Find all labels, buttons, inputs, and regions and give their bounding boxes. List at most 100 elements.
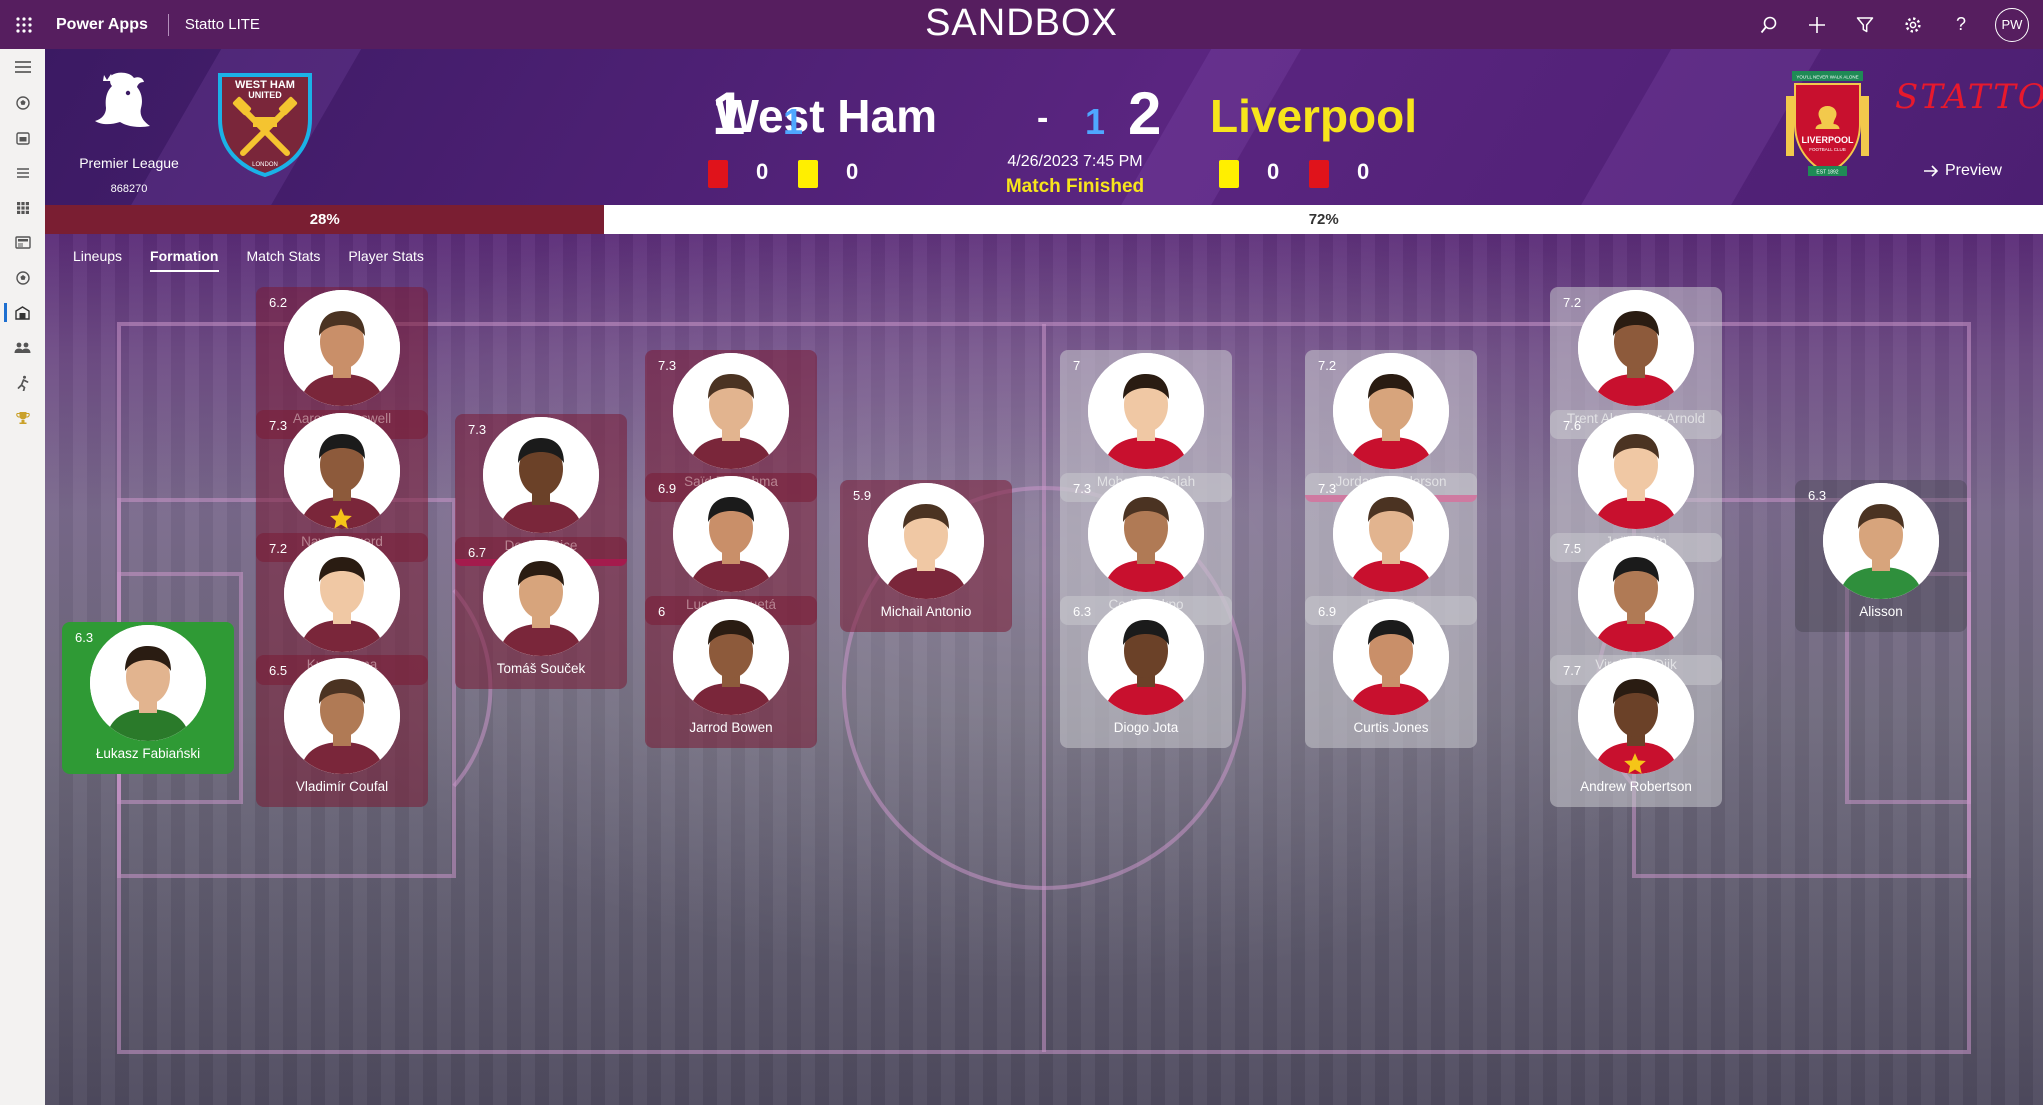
- player-card[interactable]: 6.3 Diogo Jota: [1060, 596, 1232, 748]
- star-icon: [328, 506, 354, 532]
- tab-match-stats[interactable]: Match Stats: [247, 244, 321, 274]
- league-name: Premier League: [79, 155, 179, 171]
- player-card[interactable]: 6.9 Curtis Jones: [1305, 596, 1477, 748]
- top-bar: Power Apps Statto LITE SANDBOX ? PW: [0, 0, 2043, 49]
- player-rating: 7.5: [1563, 541, 1582, 556]
- hamburger-icon[interactable]: [0, 49, 45, 85]
- people-icon[interactable]: [0, 330, 45, 365]
- player-photo: [1578, 536, 1694, 652]
- view-tabs: Lineups Formation Match Stats Player Sta…: [73, 244, 424, 274]
- crest-text: UNITED: [248, 90, 282, 100]
- away-halftime-score: 1: [1085, 101, 1106, 142]
- possession-bar: 28% 72%: [45, 205, 2043, 234]
- player-photo: [1333, 599, 1449, 715]
- user-avatar[interactable]: PW: [1995, 7, 2029, 42]
- stadium-icon[interactable]: [0, 295, 45, 330]
- home-score: 1: [712, 80, 746, 147]
- player-photo: [90, 625, 206, 741]
- player-card[interactable]: 6.3 Alisson: [1795, 480, 1967, 632]
- player-name: Tomáš Souček: [496, 661, 586, 676]
- player-card[interactable]: 5.9 Michail Antonio: [840, 480, 1012, 632]
- liverpool-crest[interactable]: YOU'LL NEVER WALK ALONE LIVERPOOL FOOTBA…: [1780, 66, 1875, 184]
- player-rating: 7.2: [1318, 358, 1337, 373]
- tab-formation[interactable]: Formation: [150, 244, 219, 274]
- yellow-card-icon: [798, 160, 818, 188]
- score-separator: -: [1037, 99, 1049, 137]
- home-possession: 28%: [45, 205, 605, 234]
- player-rating: 7.2: [269, 541, 288, 556]
- crest-text: YOU'LL NEVER WALK ALONE: [1796, 75, 1858, 80]
- list-icon[interactable]: [0, 155, 45, 190]
- tab-lineups[interactable]: Lineups: [73, 244, 122, 274]
- player-name: Curtis Jones: [1353, 720, 1429, 735]
- filter-icon[interactable]: [1851, 11, 1879, 39]
- player-photo: [1333, 476, 1449, 592]
- player-photo: [284, 658, 400, 774]
- away-red-cards: 0: [1357, 159, 1370, 184]
- player-rating: 6.9: [658, 481, 677, 496]
- formation-view: Lineups Formation Match Stats Player Sta…: [45, 234, 2043, 1105]
- player-card[interactable]: 6.3 Łukasz Fabiański: [62, 622, 234, 774]
- app-name[interactable]: Power Apps: [56, 16, 148, 34]
- player-card[interactable]: 6 Jarrod Bowen: [645, 596, 817, 748]
- ball-icon[interactable]: [0, 85, 45, 120]
- player-name: Michail Antonio: [880, 604, 972, 619]
- away-team-name[interactable]: Liverpool: [1210, 89, 1417, 143]
- search-icon[interactable]: [1755, 11, 1783, 39]
- player-rating: 6.3: [1073, 604, 1092, 619]
- runner-icon[interactable]: [0, 365, 45, 400]
- player-photo: [284, 536, 400, 652]
- plus-icon[interactable]: [1803, 11, 1831, 39]
- app-subtitle: Statto LITE: [184, 16, 260, 33]
- trophy-icon[interactable]: [0, 400, 45, 435]
- player-card[interactable]: 6.7 Tomáš Souček: [455, 537, 627, 689]
- match-status: Match Finished: [1005, 176, 1145, 197]
- tab-player-stats[interactable]: Player Stats: [348, 244, 423, 274]
- player-photo: [1333, 353, 1449, 469]
- west-ham-crest[interactable]: WEST HAM UNITED LONDON: [215, 69, 315, 179]
- player-photo: [284, 290, 400, 406]
- match-id: 868270: [110, 183, 148, 195]
- settings-icon[interactable]: [1899, 11, 1927, 39]
- player-rating: 7.3: [269, 418, 288, 433]
- player-card[interactable]: 7.7 Andrew Robertson: [1550, 655, 1722, 807]
- player-rating: 7.2: [1563, 295, 1582, 310]
- ball-icon[interactable]: [0, 260, 45, 295]
- crest-text: LIVERPOOL: [1801, 135, 1854, 145]
- star-icon: [1622, 751, 1648, 777]
- home-red-cards: 0: [756, 159, 769, 184]
- player-rating: 6.3: [1808, 488, 1827, 503]
- match-header: Premier League 868270 WEST HAM UNITED LO…: [45, 49, 2043, 205]
- player-rating: 7.3: [468, 422, 487, 437]
- player-photo: [1088, 476, 1204, 592]
- calendar-icon[interactable]: [0, 120, 45, 155]
- yellow-card-icon: [1219, 160, 1239, 188]
- red-card-icon: [1309, 160, 1329, 188]
- app-launcher-icon[interactable]: [0, 0, 48, 49]
- player-photo: [483, 540, 599, 656]
- crest-text: FOOTBALL CLUB: [1809, 147, 1846, 152]
- player-rating: 7: [1073, 358, 1081, 373]
- player-photo: [868, 483, 984, 599]
- player-rating: 6.7: [468, 545, 487, 560]
- crest-text: EST 1892: [1816, 170, 1838, 176]
- player-name: Vladimír Coufal: [295, 779, 389, 794]
- grid-icon[interactable]: [0, 190, 45, 225]
- statto-logo: STATTO: [1895, 77, 2043, 117]
- player-photo: [483, 417, 599, 533]
- player-card[interactable]: 6.5 Vladimír Coufal: [256, 655, 428, 807]
- help-icon[interactable]: ?: [1947, 11, 1975, 39]
- news-icon[interactable]: [0, 225, 45, 260]
- left-navigation-rail: [0, 49, 46, 1105]
- player-name: Diogo Jota: [1113, 720, 1179, 735]
- player-photo: [1088, 353, 1204, 469]
- match-datetime: 4/26/2023 7:45 PM: [1007, 153, 1143, 170]
- player-rating: 6.5: [269, 663, 288, 678]
- preview-button[interactable]: Preview: [1923, 162, 2002, 180]
- player-rating: 6.2: [269, 295, 288, 310]
- player-photo: [673, 476, 789, 592]
- player-rating: 7.3: [1318, 481, 1337, 496]
- player-rating: 7.3: [658, 358, 677, 373]
- player-name: Jarrod Bowen: [689, 720, 773, 735]
- player-photo: [673, 353, 789, 469]
